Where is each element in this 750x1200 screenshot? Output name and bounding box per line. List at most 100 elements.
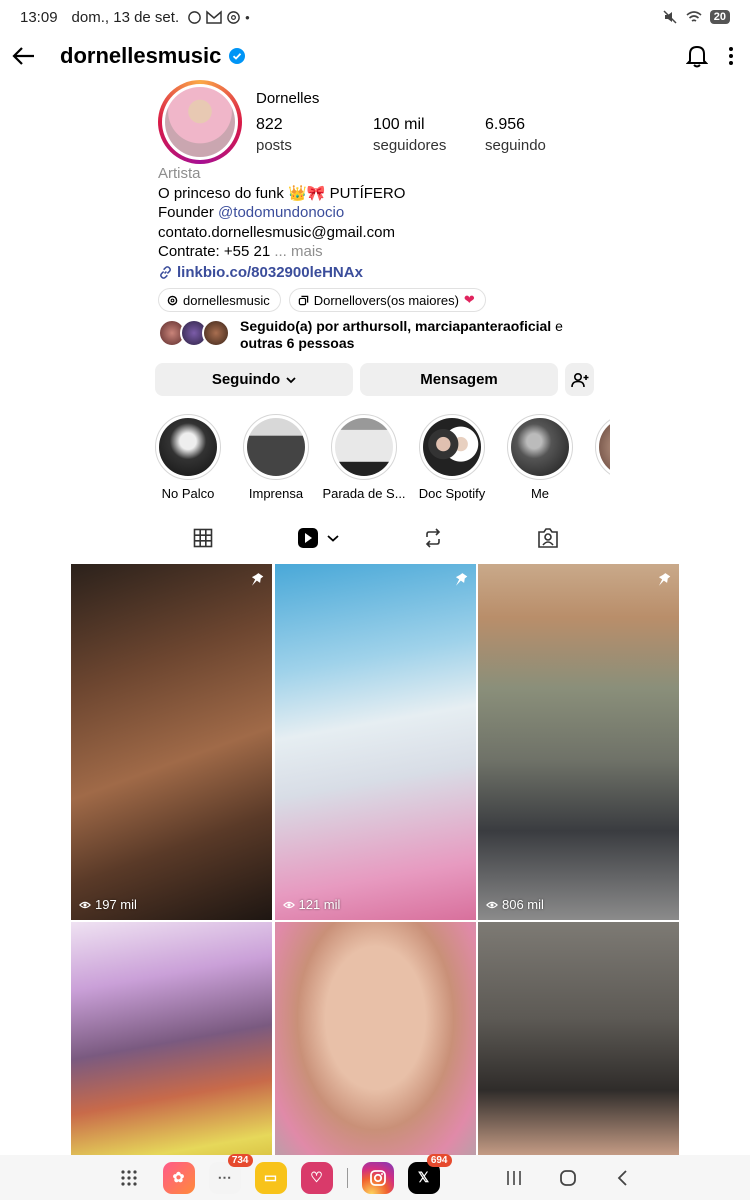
highlight-parada[interactable]: Parada de S... xyxy=(322,414,406,504)
eye-icon xyxy=(79,901,91,908)
profile-actions: Seguindo Mensagem xyxy=(155,363,594,396)
stat-following[interactable]: 6.956 seguindo xyxy=(485,116,546,154)
profile-category: Artista xyxy=(158,165,201,182)
more-notifications-dot: • xyxy=(245,9,250,25)
bio-line: O princeso do funk 👑🎀 PUTÍFERO xyxy=(158,184,406,202)
pin-icon xyxy=(658,573,671,586)
view-count: 806 mil xyxy=(486,897,544,912)
date: dom., 13 de set. xyxy=(71,8,180,26)
heart-icon: ❤ xyxy=(463,292,475,307)
mute-icon xyxy=(663,10,677,24)
post-tile[interactable]: 121 mil xyxy=(274,564,476,920)
post-tile[interactable]: 197 mil xyxy=(71,564,272,920)
bell-icon[interactable] xyxy=(686,44,708,68)
profile-bio: Artista O princeso do funk 👑🎀 PUTÍFERO F… xyxy=(158,164,598,282)
profile-chips: dornellesmusic Dornellovers(os maiores) … xyxy=(158,288,486,312)
tab-reposts[interactable] xyxy=(375,515,490,561)
mutual-avatars xyxy=(158,318,234,348)
channel-chip[interactable]: Dornellovers(os maiores) ❤ xyxy=(288,288,486,312)
post-tile[interactable]: 806 mil xyxy=(478,564,679,920)
tab-reels[interactable] xyxy=(260,515,375,561)
profile-username: dornellesmusic xyxy=(60,43,222,68)
x-app-icon[interactable]: 𝕏 694 xyxy=(407,1153,452,1194)
home-icon xyxy=(559,1169,576,1186)
stat-followers[interactable]: 100 mil seguidores xyxy=(373,116,446,154)
pin-icon xyxy=(251,573,264,586)
story-highlights: No Palco Imprensa Parada de S... Doc Spo… xyxy=(155,414,610,504)
post-tile[interactable] xyxy=(478,922,679,1162)
whatsapp-icon xyxy=(188,10,201,24)
notes-app-icon[interactable]: ▭ xyxy=(254,1161,287,1194)
highlight-me[interactable]: Me xyxy=(507,414,573,504)
verified-badge-icon xyxy=(229,48,246,64)
highlight-no-palco[interactable]: No Palco xyxy=(155,414,221,504)
post-tile[interactable] xyxy=(71,922,272,1162)
view-count: 121 mil xyxy=(282,897,340,912)
profile-header: dornellesmusic xyxy=(0,34,750,78)
highlight-doc-spotify[interactable]: Doc Spotify xyxy=(419,414,485,504)
notification-icons: • xyxy=(187,10,250,25)
notification-badge: 734 xyxy=(227,1153,253,1167)
suggest-people-button[interactable] xyxy=(565,363,594,396)
profile-tabs xyxy=(145,515,605,561)
tab-tagged[interactable] xyxy=(490,515,605,561)
status-bar: 13:09 dom., 13 de set. • 20 xyxy=(0,0,750,34)
wifi-icon xyxy=(686,11,702,22)
chevron-down-icon xyxy=(286,376,296,383)
instagram-app-icon[interactable] xyxy=(361,1161,394,1194)
pin-icon xyxy=(455,573,467,586)
system-nav-bar: ✿ ⋯ 734 ▭ ♡ 𝕏 694 xyxy=(0,1153,750,1200)
threads-icon xyxy=(167,295,178,305)
recents-icon xyxy=(506,1170,521,1185)
threads-icon xyxy=(227,10,240,24)
gallery-app-icon[interactable]: ✿ xyxy=(162,1161,195,1194)
followed-by-text: Seguido(a) por arthursoll, marciapantera… xyxy=(240,318,563,351)
apps-drawer-button[interactable] xyxy=(109,1169,149,1187)
highlight-imprensa[interactable]: Imprensa xyxy=(243,414,309,504)
eye-icon xyxy=(486,901,498,908)
add-person-icon xyxy=(570,372,588,387)
profile-avatar[interactable] xyxy=(158,80,242,164)
bumble-app-icon[interactable]: ♡ xyxy=(300,1161,333,1194)
more-options-icon[interactable] xyxy=(728,46,734,66)
more-link[interactable]: ... mais xyxy=(270,243,322,260)
chevron-down-icon xyxy=(326,535,339,542)
threads-chip[interactable]: dornellesmusic xyxy=(158,288,281,312)
bio-line: Founder @todomundonocio xyxy=(158,204,345,221)
link-icon xyxy=(160,265,171,279)
mention-link[interactable]: @todomundonocio xyxy=(218,204,344,221)
post-grid: 197 mil 121 mil 806 mil xyxy=(71,564,679,1162)
home-button[interactable] xyxy=(548,1169,588,1187)
display-name: Dornelles xyxy=(256,90,320,107)
recents-button[interactable] xyxy=(494,1170,534,1186)
gmail-icon xyxy=(206,10,222,24)
clock: 13:09 xyxy=(20,8,58,26)
arrow-left-icon xyxy=(12,47,34,65)
highlight-partial[interactable]: T xyxy=(595,414,610,504)
followed-by[interactable]: Seguido(a) por arthursoll, marciapantera… xyxy=(158,318,600,352)
system-back-button[interactable] xyxy=(602,1169,642,1187)
following-button[interactable]: Seguindo xyxy=(155,363,353,396)
apps-grid-icon xyxy=(120,1169,137,1186)
eye-icon xyxy=(282,901,295,908)
bio-external-link[interactable]: linkbio.co/8032900leHNAx xyxy=(158,263,598,283)
bio-line: Contrate: +55 21 ... mais xyxy=(158,243,323,260)
back-button[interactable] xyxy=(10,42,38,70)
instagram-glyph-icon xyxy=(369,1169,386,1186)
messages-app-icon[interactable]: ⋯ 734 xyxy=(208,1153,253,1194)
tab-posts[interactable] xyxy=(145,515,260,561)
view-count: 197 mil xyxy=(79,897,137,912)
post-tile[interactable] xyxy=(274,922,476,1162)
channel-icon xyxy=(298,295,308,305)
stat-posts[interactable]: 822 posts xyxy=(256,116,292,154)
battery-indicator: 20 xyxy=(709,10,730,24)
divider xyxy=(346,1167,348,1188)
avatar-photo xyxy=(165,87,235,157)
avatar xyxy=(202,319,230,347)
message-button[interactable]: Mensagem xyxy=(360,363,558,396)
reels-icon xyxy=(297,528,318,548)
bio-email: contato.dornellesmusic@gmail.com xyxy=(158,223,395,241)
repost-icon xyxy=(425,528,440,548)
tagged-icon xyxy=(537,528,558,548)
chevron-left-icon xyxy=(617,1169,627,1186)
